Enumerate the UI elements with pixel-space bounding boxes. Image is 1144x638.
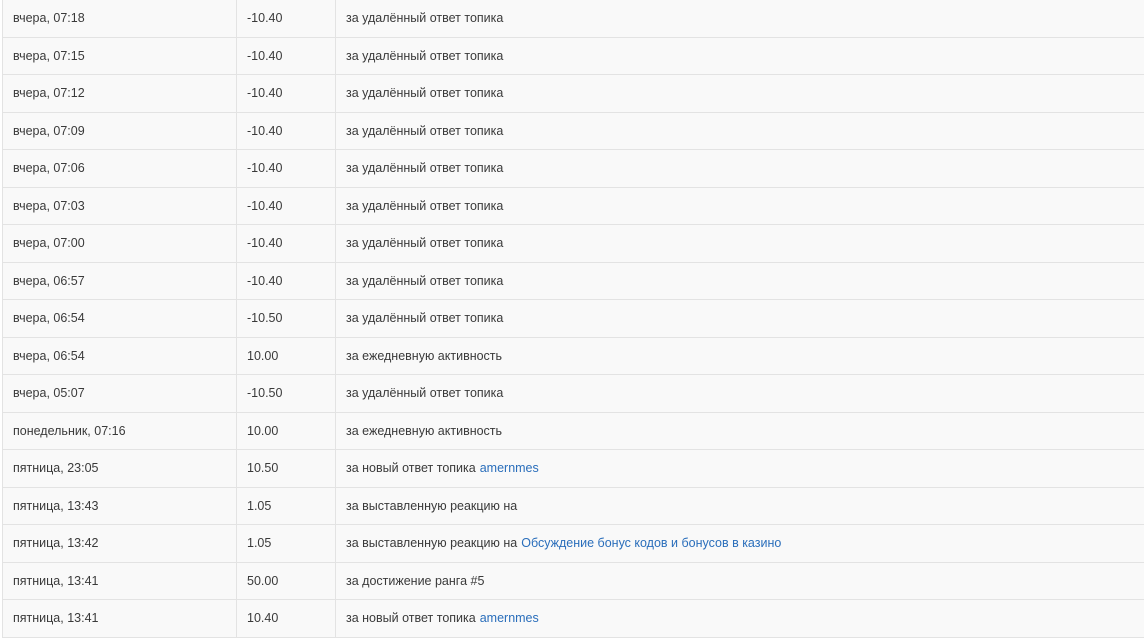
row-reason-link[interactable]: amernmes bbox=[480, 461, 539, 475]
row-reason-cell: за удалённый ответ топика bbox=[336, 113, 1144, 150]
row-amount: 10.00 bbox=[237, 337, 336, 374]
row-reason-text: за удалённый ответ топика bbox=[346, 48, 504, 63]
row-reason-cell: за удалённый ответ топика bbox=[336, 188, 1144, 225]
row-reason-text: за удалённый ответ топика bbox=[346, 198, 504, 213]
row-amount: -10.40 bbox=[237, 225, 336, 262]
row-reason-cell: за удалённый ответ топика bbox=[336, 300, 1144, 337]
row-amount: -10.40 bbox=[237, 112, 336, 149]
row-amount: 10.50 bbox=[237, 450, 336, 487]
row-reason-text: за ежедневную активность bbox=[346, 423, 503, 438]
row-date: пятница, 23:05 bbox=[3, 450, 237, 487]
row-reason-text: за удалённый ответ топика bbox=[346, 236, 504, 251]
row-date: пятница, 13:43 bbox=[3, 487, 237, 524]
row-date: вчера, 07:03 bbox=[3, 187, 237, 224]
table-row: вчера, 07:06 -10.40 за удалённый ответ топ… bbox=[3, 150, 1144, 188]
row-date: вчера, 07:09 bbox=[3, 112, 237, 149]
row-reason-cell: за новый ответ топика amernmes bbox=[336, 600, 1144, 637]
row-reason-text: за новый ответ топика bbox=[346, 461, 476, 476]
table-row: пятница, 13:42 1.05 за выставленную реакци… bbox=[3, 525, 1144, 563]
row-date: вчера, 06:57 bbox=[3, 262, 237, 299]
row-reason-cell: за удалённый ответ топика bbox=[336, 150, 1144, 187]
table-row: пятница, 13:41 50.00 за достижение ранга #… bbox=[3, 562, 1144, 600]
row-amount: -10.50 bbox=[237, 300, 336, 337]
row-reason-text: за удалённый ответ топика bbox=[346, 311, 504, 326]
row-date: вчера, 06:54 bbox=[3, 337, 237, 374]
row-date: вчера, 06:54 bbox=[3, 300, 237, 337]
row-date: вчера, 07:15 bbox=[3, 37, 237, 74]
row-amount: -10.50 bbox=[237, 375, 336, 412]
row-date: понедельник, 07:16 bbox=[3, 412, 237, 449]
row-reason-text: за выставленную реакцию на bbox=[346, 536, 518, 551]
table-row: вчера, 05:07 -10.50 за удалённый ответ топ… bbox=[3, 375, 1144, 413]
table-row: пятница, 13:41 10.40 за новый ответ топика… bbox=[3, 600, 1144, 638]
row-reason-cell: за удалённый ответ топика bbox=[336, 375, 1144, 412]
table-row: вчера, 07:18 -10.40 за удалённый ответ топ… bbox=[3, 0, 1144, 38]
row-date: вчера, 07:12 bbox=[3, 75, 237, 112]
row-amount: 10.40 bbox=[237, 600, 336, 637]
row-reason-cell: за выставленную реакцию на Обсуждение бон… bbox=[336, 525, 1144, 562]
row-reason-text: за удалённый ответ топика bbox=[346, 11, 504, 26]
table-row: вчера, 06:57 -10.40 за удалённый ответ топ… bbox=[3, 262, 1144, 300]
row-date: вчера, 05:07 bbox=[3, 375, 237, 412]
table-row: вчера, 07:09 -10.40 за удалённый ответ топ… bbox=[3, 112, 1144, 150]
row-reason-cell: за удалённый ответ топика bbox=[336, 0, 1144, 37]
row-reason-text: за достижение ранга #5 bbox=[346, 573, 485, 588]
table-row: вчера, 07:00 -10.40 за удалённый ответ топ… bbox=[3, 225, 1144, 263]
row-amount: -10.40 bbox=[237, 37, 336, 74]
row-date: вчера, 07:06 bbox=[3, 150, 237, 187]
row-amount: -10.40 bbox=[237, 0, 336, 37]
table-row: вчера, 07:15 -10.40 за удалённый ответ топ… bbox=[3, 37, 1144, 75]
row-reason-link[interactable]: Обсуждение бонус кодов и бонусов в казин… bbox=[521, 536, 781, 550]
transaction-log-table: вчера, 07:18 -10.40 за удалённый ответ топ… bbox=[2, 0, 1144, 638]
row-amount: 10.00 bbox=[237, 412, 336, 449]
row-reason-cell: за выставленную реакцию на bbox=[336, 488, 1144, 525]
row-reason-cell: за удалённый ответ топика bbox=[336, 263, 1144, 300]
row-reason-text: за удалённый ответ топика bbox=[346, 273, 504, 288]
row-reason-text: за выставленную реакцию на bbox=[346, 498, 518, 513]
row-date: пятница, 13:41 bbox=[3, 600, 237, 637]
table-row: вчера, 06:54 -10.50 за удалённый ответ топ… bbox=[3, 300, 1144, 338]
row-reason-text: за удалённый ответ топика bbox=[346, 123, 504, 138]
row-reason-cell: за ежедневную активность bbox=[336, 413, 1144, 450]
row-amount: 1.05 bbox=[237, 525, 336, 562]
row-amount: -10.40 bbox=[237, 150, 336, 187]
row-reason-cell: за ежедневную активность bbox=[336, 338, 1144, 375]
row-reason-cell: за удалённый ответ топика bbox=[336, 225, 1144, 262]
row-reason-text: за удалённый ответ топика bbox=[346, 161, 504, 176]
row-amount: 1.05 bbox=[237, 487, 336, 524]
row-amount: 50.00 bbox=[237, 562, 336, 599]
row-date: вчера, 07:00 bbox=[3, 225, 237, 262]
row-reason-cell: за удалённый ответ топика bbox=[336, 75, 1144, 112]
table-row: вчера, 07:03 -10.40 за удалённый ответ топ… bbox=[3, 187, 1144, 225]
row-reason-text: за удалённый ответ топика bbox=[346, 86, 504, 101]
row-date: пятница, 13:41 bbox=[3, 562, 237, 599]
table-row: вчера, 07:12 -10.40 за удалённый ответ топ… bbox=[3, 75, 1144, 113]
table-row: понедельник, 07:16 10.00 за ежедневную акт… bbox=[3, 412, 1144, 450]
row-amount: -10.40 bbox=[237, 75, 336, 112]
table-row: пятница, 23:05 10.50 за новый ответ топика… bbox=[3, 450, 1144, 488]
row-reason-link[interactable]: amernmes bbox=[480, 611, 539, 625]
row-amount: -10.40 bbox=[237, 187, 336, 224]
row-date: пятница, 13:42 bbox=[3, 525, 237, 562]
row-reason-text: за удалённый ответ топика bbox=[346, 386, 504, 401]
row-reason-cell: за удалённый ответ топика bbox=[336, 38, 1144, 75]
table-row: пятница, 13:43 1.05 за выставленную реакци… bbox=[3, 487, 1144, 525]
row-reason-cell: за новый ответ топика amernmes bbox=[336, 450, 1144, 487]
row-date: вчера, 07:18 bbox=[3, 0, 237, 37]
table-row: вчера, 06:54 10.00 за ежедневную активност… bbox=[3, 337, 1144, 375]
row-reason-text: за новый ответ топика bbox=[346, 611, 476, 626]
row-amount: -10.40 bbox=[237, 262, 336, 299]
row-reason-cell: за достижение ранга #5 bbox=[336, 563, 1144, 600]
row-reason-text: за ежедневную активность bbox=[346, 348, 503, 363]
